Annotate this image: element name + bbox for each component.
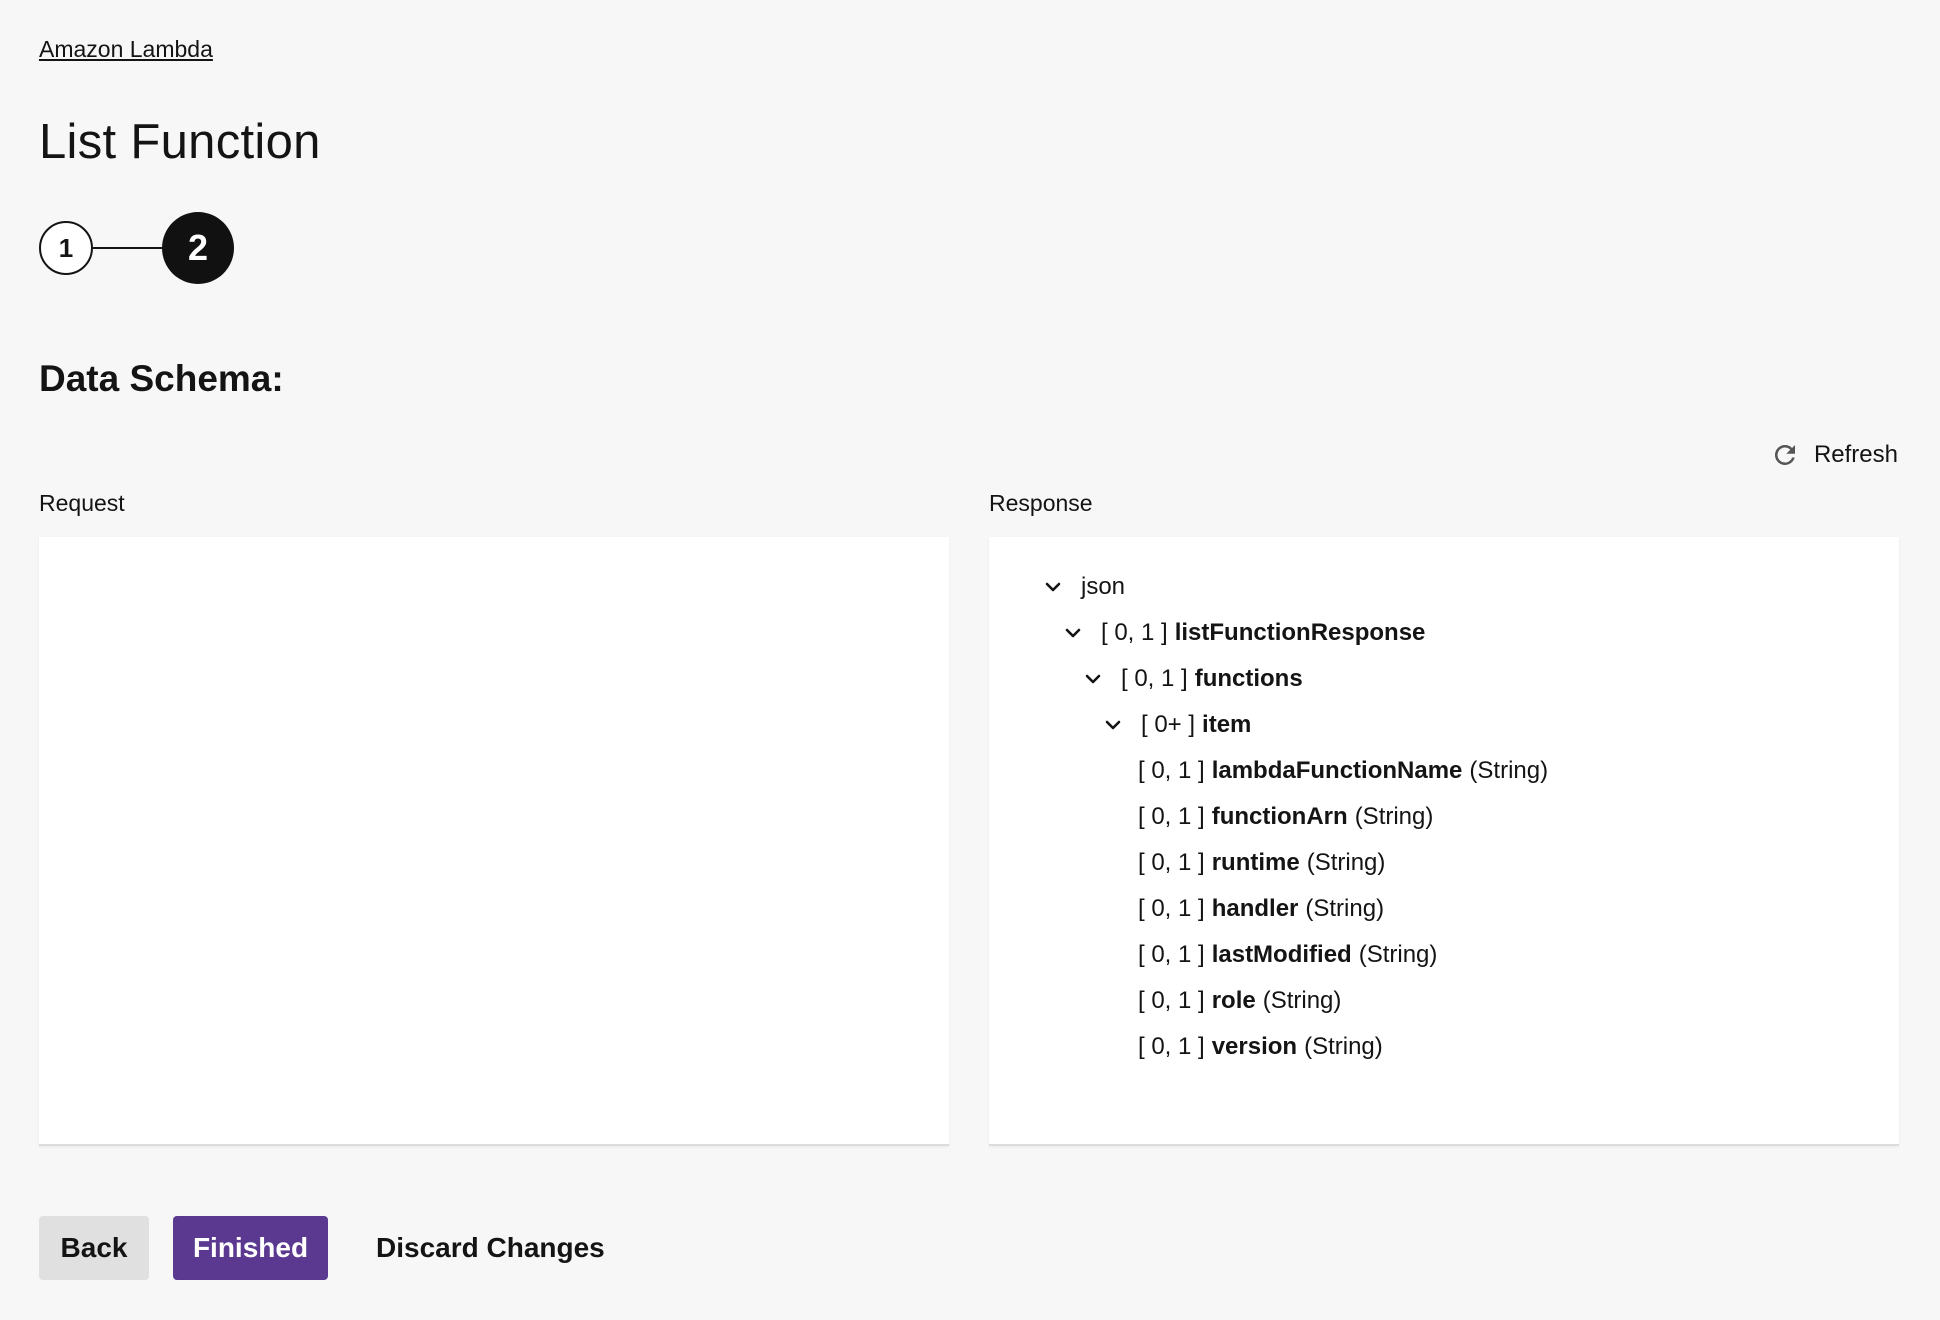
refresh-label: Refresh	[1813, 441, 1898, 468]
back-button[interactable]: Back	[39, 1216, 149, 1280]
cardinality-label: [ 0+ ]	[1141, 711, 1196, 738]
chevron-down-icon[interactable]	[1101, 713, 1125, 737]
field-type: (String)	[1354, 803, 1434, 830]
tree-row-json[interactable]: json	[1041, 567, 1125, 607]
tree-row-lastModified: [ 0, 1 ] lastModified (String)	[1138, 935, 1437, 975]
field-name: version	[1211, 1033, 1298, 1060]
step-2-active[interactable]: 2	[162, 212, 234, 284]
field-type: (String)	[1358, 941, 1438, 968]
tree-row-version: [ 0, 1 ] version (String)	[1138, 1027, 1383, 1067]
refresh-icon	[1770, 440, 1800, 470]
field-type: (String)	[1304, 1033, 1383, 1060]
response-label: Response	[989, 490, 1093, 516]
cardinality-label: [ 0, 1 ]	[1138, 987, 1205, 1014]
cardinality-label: [ 0, 1 ]	[1121, 665, 1188, 692]
refresh-button[interactable]: Refresh	[1770, 440, 1898, 470]
field-name: handler	[1211, 895, 1299, 922]
field-name: listFunctionResponse	[1174, 619, 1426, 646]
field-name: item	[1202, 711, 1252, 738]
tree-row-functions[interactable]: [ 0, 1 ] functions	[1081, 659, 1303, 699]
response-panel: json[ 0, 1 ] listFunctionResponse[ 0, 1 ]…	[989, 537, 1899, 1146]
field-type: (String)	[1469, 757, 1549, 784]
breadcrumb-amazon-lambda[interactable]: Amazon Lambda	[39, 36, 213, 63]
stepper: 1 2	[39, 212, 239, 284]
cardinality-label: [ 0, 1 ]	[1138, 803, 1205, 830]
field-name: functions	[1194, 665, 1303, 692]
tree-row-listFunctionResponse[interactable]: [ 0, 1 ] listFunctionResponse	[1061, 613, 1425, 653]
step-1[interactable]: 1	[39, 221, 93, 275]
tree-row-handler: [ 0, 1 ] handler (String)	[1138, 889, 1384, 929]
step-connector	[93, 247, 163, 249]
tree-row-lambdaFunctionName: [ 0, 1 ] lambdaFunctionName (String)	[1138, 751, 1548, 791]
tree-row-runtime: [ 0, 1 ] runtime (String)	[1138, 843, 1385, 883]
cardinality-label: [ 0, 1 ]	[1138, 941, 1205, 968]
discard-changes-button[interactable]: Discard Changes	[352, 1216, 612, 1280]
request-label: Request	[39, 490, 125, 516]
tree-row-role: [ 0, 1 ] role (String)	[1138, 981, 1341, 1021]
cardinality-label: [ 0, 1 ]	[1138, 1033, 1205, 1060]
field-name: lastModified	[1211, 941, 1352, 968]
cardinality-label: [ 0, 1 ]	[1138, 757, 1205, 784]
chevron-down-icon[interactable]	[1041, 575, 1065, 599]
field-type: (String)	[1306, 849, 1386, 876]
field-name: role	[1211, 987, 1256, 1014]
tree-row-functionArn: [ 0, 1 ] functionArn (String)	[1138, 797, 1433, 837]
field-name: lambdaFunctionName	[1211, 757, 1463, 784]
field-name: json	[1081, 573, 1126, 600]
finished-button[interactable]: Finished	[173, 1216, 328, 1280]
data-schema-title: Data Schema:	[39, 358, 284, 399]
cardinality-label: [ 0, 1 ]	[1138, 895, 1205, 922]
cardinality-label: [ 0, 1 ]	[1101, 619, 1168, 646]
field-name: runtime	[1211, 849, 1300, 876]
chevron-down-icon[interactable]	[1061, 621, 1085, 645]
cardinality-label: [ 0, 1 ]	[1138, 849, 1205, 876]
field-type: (String)	[1305, 895, 1385, 922]
chevron-down-icon[interactable]	[1081, 667, 1105, 691]
tree-row-item[interactable]: [ 0+ ] item	[1101, 705, 1251, 745]
field-type: (String)	[1262, 987, 1342, 1014]
field-name: functionArn	[1211, 803, 1348, 830]
request-panel	[39, 537, 949, 1146]
page-title: List Function	[39, 115, 321, 169]
